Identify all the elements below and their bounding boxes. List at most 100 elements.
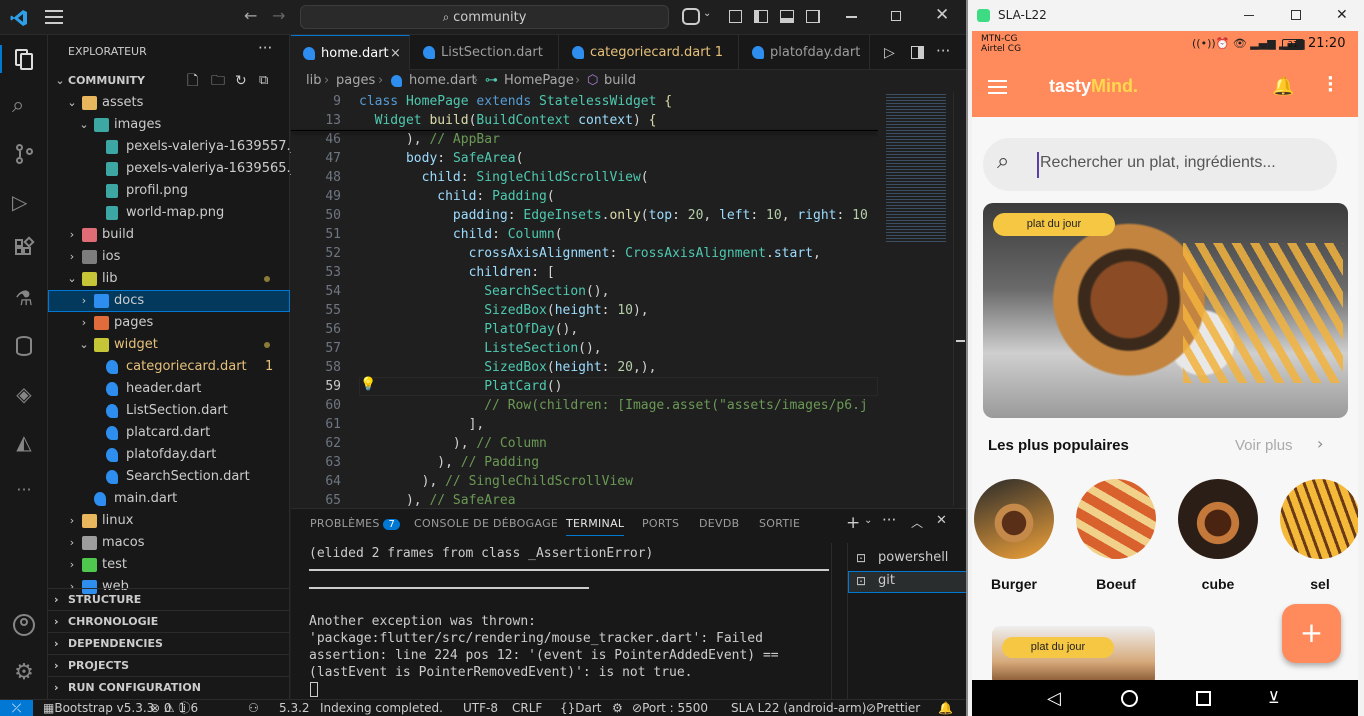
- search-input[interactable]: ⌕ Rechercher un plat, ingrédients...: [983, 138, 1337, 191]
- remote-icon[interactable]: ⤫: [0, 700, 33, 716]
- tree-item[interactable]: profil.png: [48, 180, 290, 202]
- new-file-icon[interactable]: 🗋: [187, 70, 198, 92]
- breadcrumb-item[interactable]: lib: [306, 70, 321, 92]
- close-tab-icon[interactable]: ×: [390, 36, 401, 71]
- explorer-section[interactable]: › CHRONOLOGIE: [48, 610, 290, 632]
- collapse-all-icon[interactable]: ⧉: [259, 70, 268, 92]
- tree-item[interactable]: › pages: [48, 312, 290, 334]
- close-panel-icon[interactable]: ✕: [936, 513, 947, 528]
- new-terminal-icon[interactable]: +: [846, 513, 860, 533]
- toggle-panel-icon[interactable]: [780, 10, 794, 23]
- plat-card[interactable]: plat du jour: [992, 626, 1155, 680]
- tree-item[interactable]: categoriecard.dart 1: [48, 356, 290, 378]
- more-actions-icon[interactable]: ···: [258, 39, 272, 57]
- copilot-icon[interactable]: [682, 8, 700, 25]
- hide-nav-icon[interactable]: ⊻: [1268, 688, 1280, 707]
- workspace-root[interactable]: ⌄ COMMUNITY 🗋 🗀 ↻ ⧉: [48, 70, 290, 92]
- tree-item[interactable]: header.dart: [48, 378, 290, 400]
- code-editor[interactable]: 9 13 46 47 48 49 50 51 52 53 54 55 56 57 58 59 60 61 62 63 6…: [291, 92, 878, 506]
- menu-icon[interactable]: [45, 10, 63, 24]
- tree-item[interactable]: SearchSection.dart: [48, 466, 290, 488]
- breadcrumb-item[interactable]: HomePage: [504, 70, 574, 92]
- tab-categoriecard-dart[interactable]: categoriecard.dart 1: [560, 35, 739, 70]
- tree-item[interactable]: pexels-valeriya-1639557.jpg: [48, 136, 311, 158]
- more-icon[interactable]: ···: [12, 478, 36, 502]
- back-nav-icon[interactable]: ◁: [1047, 688, 1061, 709]
- tree-item[interactable]: › build: [48, 224, 290, 246]
- tab-ports[interactable]: PORTS: [642, 517, 679, 530]
- tree-item[interactable]: › ios: [48, 246, 290, 268]
- split-editor-icon[interactable]: [911, 46, 924, 59]
- maximize-icon[interactable]: [1291, 10, 1301, 20]
- tree-item[interactable]: › linux: [48, 510, 290, 532]
- explorer-section[interactable]: › PROJECTS: [48, 654, 290, 676]
- editor-scrollbar[interactable]: [953, 92, 966, 506]
- forward-arrow-icon[interactable]: →: [272, 6, 285, 25]
- breadcrumb-item[interactable]: home.dart: [409, 70, 477, 92]
- tree-item[interactable]: platcard.dart: [48, 422, 290, 444]
- tab-output[interactable]: SORTIE: [759, 517, 800, 530]
- prettier-status[interactable]: ⊘ Prettier: [866, 700, 920, 716]
- run-debug-icon[interactable]: ▷: [12, 190, 36, 214]
- terminal-output[interactable]: (elided 2 frames from class _AssertionEr…: [309, 545, 829, 681]
- terminal-item-git[interactable]: git: [878, 573, 895, 588]
- tree-item[interactable]: ListSection.dart: [48, 400, 290, 422]
- tab-listsection-dart[interactable]: ListSection.dart: [411, 35, 559, 70]
- overflow-menu-icon[interactable]: · · ·: [1327, 70, 1334, 100]
- flutter-devtools-icon[interactable]: ◭: [12, 430, 36, 454]
- encoding-status[interactable]: UTF-8: [463, 700, 498, 716]
- tab-platofday-dart[interactable]: platofday.dart: [740, 35, 870, 70]
- chevron-down-icon[interactable]: ⌄: [703, 8, 711, 19]
- breadcrumb-item[interactable]: build: [604, 70, 636, 92]
- minimize-icon[interactable]: [846, 16, 857, 18]
- breadcrumb-item[interactable]: pages: [336, 70, 375, 92]
- layers-icon[interactable]: ◈: [12, 382, 36, 406]
- refresh-icon[interactable]: ↻: [235, 70, 247, 92]
- search-sidebar-icon[interactable]: ⌕: [12, 94, 36, 118]
- explorer-section[interactable]: › DEPENDENCIES: [48, 632, 290, 654]
- language-status[interactable]: {} Dart: [560, 700, 602, 716]
- tab-problems[interactable]: PROBLÈMES 7: [310, 517, 401, 530]
- toggle-secondary-sidebar-icon[interactable]: [806, 10, 820, 23]
- bootstrap-status[interactable]: ▦ Bootstrap v5.3.3: [43, 700, 154, 716]
- problems-status[interactable]: ⊗ 0 ⚠ 1 ⓘ 6: [150, 700, 198, 716]
- chevron-right-icon[interactable]: ›: [1317, 434, 1323, 453]
- home-nav-icon[interactable]: [1121, 690, 1138, 707]
- tab-debug-console[interactable]: CONSOLE DE DÉBOGAGE: [414, 517, 558, 530]
- toggle-sidebar-icon[interactable]: [754, 10, 768, 23]
- tree-item[interactable]: ⌄ widget: [48, 334, 290, 356]
- tree-item[interactable]: platofday.dart: [48, 444, 290, 466]
- back-arrow-icon[interactable]: ←: [244, 6, 257, 25]
- editor-more-icon[interactable]: ···: [936, 42, 950, 60]
- terminal-item-powershell[interactable]: powershell: [878, 550, 948, 565]
- notifications-bell-icon[interactable]: 🔔: [938, 700, 953, 716]
- layout-toggle-icon[interactable]: [729, 10, 742, 23]
- recents-nav-icon[interactable]: [1196, 691, 1211, 706]
- chevron-down-icon[interactable]: ⌄: [864, 515, 872, 526]
- source-control-icon[interactable]: [12, 142, 36, 166]
- testing-flask-icon[interactable]: ⚗: [12, 286, 36, 310]
- tree-item[interactable]: › test: [48, 554, 290, 576]
- account-icon[interactable]: [12, 613, 36, 637]
- explorer-icon[interactable]: [12, 47, 36, 71]
- tree-item[interactable]: ⌄ assets: [48, 92, 290, 114]
- new-folder-icon[interactable]: 🗀: [211, 70, 225, 92]
- maximize-panel-icon[interactable]: ︿: [911, 514, 923, 531]
- notification-bell-icon[interactable]: 🔔: [1272, 76, 1294, 97]
- tree-item[interactable]: pexels-valeriya-1639565.jpg: [48, 158, 311, 180]
- hamburger-menu-icon[interactable]: [988, 80, 1007, 94]
- close-window-icon[interactable]: ✕: [935, 5, 949, 25]
- tree-item[interactable]: world-map.png: [48, 202, 290, 224]
- maximize-icon[interactable]: [891, 11, 901, 21]
- minimap[interactable]: [878, 92, 953, 506]
- panel-more-icon[interactable]: ···: [882, 511, 896, 529]
- device-status[interactable]: SLA L22 (android-arm): [731, 700, 866, 716]
- debug-icon[interactable]: ⚇: [248, 700, 259, 716]
- tree-item[interactable]: › macos: [48, 532, 290, 554]
- add-fab-button[interactable]: +: [1282, 604, 1341, 663]
- explorer-section[interactable]: › RUN CONFIGURATION: [48, 676, 290, 698]
- eol-status[interactable]: CRLF: [512, 700, 542, 716]
- voir-plus-link[interactable]: Voir plus: [1235, 437, 1293, 454]
- extensions-icon[interactable]: [12, 236, 36, 262]
- tree-item[interactable]: › docs: [48, 290, 290, 312]
